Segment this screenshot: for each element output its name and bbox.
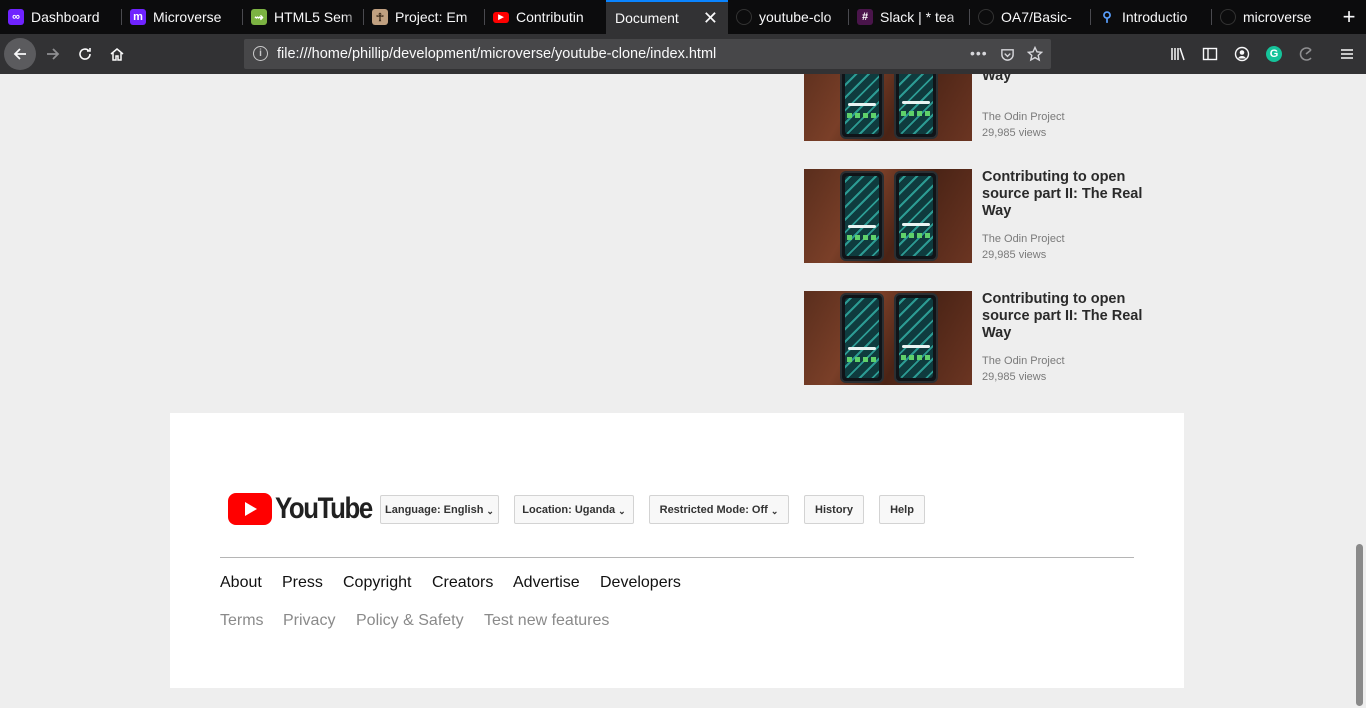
microverse-m-icon: m [130,9,146,25]
navigation-bar: i file:///home/phillip/development/micro… [0,34,1366,74]
url-text[interactable]: file:///home/phillip/development/microve… [277,46,716,62]
video-thumbnail[interactable] [804,74,972,141]
github-icon [1220,9,1236,25]
odin-icon: ☥ [372,9,388,25]
video-item[interactable]: Contributing to open source part II: The… [804,169,1164,263]
footer-link-privacy[interactable]: Privacy [283,612,335,630]
footer-link-advertise[interactable]: Advertise [513,574,580,592]
tab-contributing[interactable]: ▶ Contributin [485,0,606,34]
youtube-play-icon [228,493,272,525]
tab-microverse[interactable]: m Microverse [122,0,243,34]
github-icon [736,9,752,25]
restricted-mode-button[interactable]: Restricted Mode: Off ⌄ [649,495,789,524]
tab-microverse-repo[interactable]: microverse [1212,0,1333,34]
library-icon[interactable] [1170,46,1186,62]
video-item[interactable]: source part II: The Real Way The Odin Pr… [804,74,1164,141]
footer-link-about[interactable]: About [220,574,262,592]
video-views: 29,985 views [982,371,1047,383]
tab-project[interactable]: ☥ Project: Em [364,0,485,34]
close-tab-icon[interactable]: ✕ [703,8,718,29]
youtube-icon: ▶ [493,11,509,23]
reload-icon [79,48,91,60]
tab-oa7-basic[interactable]: OA7/Basic- [970,0,1091,34]
reload-button[interactable] [69,38,101,70]
github-icon [978,9,994,25]
microverse-icon: ∞ [8,9,24,25]
account-icon[interactable] [1234,46,1250,62]
chevron-down-icon: ⌄ [618,506,626,516]
html5-sem-icon: ⇝ [251,9,267,25]
arrow-left-icon [13,48,26,60]
new-tab-button[interactable]: + [1332,0,1366,34]
help-button[interactable]: Help [879,495,925,524]
home-button[interactable] [101,38,133,70]
info-icon[interactable]: i [253,46,268,61]
sidebar-icon[interactable] [1202,46,1218,62]
video-views: 29,985 views [982,249,1047,261]
tab-dashboard[interactable]: ∞ Dashboard [0,0,122,34]
video-title[interactable]: source part II: The Real Way [982,74,1152,85]
youtube-wordmark: YouTube [275,492,373,525]
video-views: 29,985 views [982,127,1047,139]
footer-link-press[interactable]: Press [282,574,323,592]
forward-button[interactable] [37,38,69,70]
video-channel[interactable]: The Odin Project [982,355,1065,367]
footer-link-test-features[interactable]: Test new features [484,612,609,630]
video-thumbnail[interactable] [804,169,972,263]
video-thumbnail[interactable] [804,291,972,385]
footer-divider [220,557,1134,558]
home-icon [110,48,124,61]
tab-introduction[interactable]: ⚲ Introductio [1091,0,1212,34]
pocket-icon[interactable] [1000,47,1015,62]
youtube-logo[interactable]: YouTube [228,492,388,526]
grammarly-icon[interactable]: G [1266,46,1282,62]
tab-strip: ∞ Dashboard m Microverse ⇝ HTML5 Sem ☥ P… [0,0,1366,34]
footer-link-copyright[interactable]: Copyright [343,574,411,592]
footer-link-terms[interactable]: Terms [220,612,264,630]
tab-document[interactable]: Document ✕ [606,0,728,34]
bookmark-star-icon[interactable] [1027,46,1043,62]
arrow-right-icon [47,48,60,60]
tab-youtube-clone[interactable]: youtube-clo [728,0,849,34]
back-button[interactable] [4,38,36,70]
scrollbar-thumb[interactable] [1356,544,1363,706]
network-icon: ⚲ [1102,9,1112,24]
location-button[interactable]: Location: Uganda ⌄ [514,495,634,524]
language-button[interactable]: Language: English ⌄ [380,495,499,524]
history-button[interactable]: History [804,495,864,524]
page-viewport: source part II: The Real Way The Odin Pr… [0,74,1354,708]
tab-slack[interactable]: # Slack | * tea [849,0,970,34]
chevron-down-icon: ⌄ [770,506,779,516]
page-footer: YouTube Language: English ⌄ Location: Uga… [170,413,1184,688]
chevron-down-icon: ⌄ [486,506,494,516]
more-actions-icon[interactable]: ••• [970,45,988,61]
video-title[interactable]: Contributing to open source part II: The… [982,169,1157,220]
footer-link-developers[interactable]: Developers [600,574,681,592]
footer-link-creators[interactable]: Creators [432,574,493,592]
address-bar[interactable]: i file:///home/phillip/development/micro… [244,39,1051,69]
video-channel[interactable]: The Odin Project [982,233,1065,245]
video-title[interactable]: Contributing to open source part II: The… [982,291,1157,342]
video-item[interactable]: Contributing to open source part II: The… [804,291,1164,385]
extension-icon[interactable] [1298,46,1314,62]
footer-link-policy-safety[interactable]: Policy & Safety [356,612,464,630]
slack-icon: # [857,9,873,25]
menu-icon[interactable] [1339,46,1355,62]
tab-html5-semantics[interactable]: ⇝ HTML5 Sem [243,0,364,34]
video-channel[interactable]: The Odin Project [982,111,1065,123]
